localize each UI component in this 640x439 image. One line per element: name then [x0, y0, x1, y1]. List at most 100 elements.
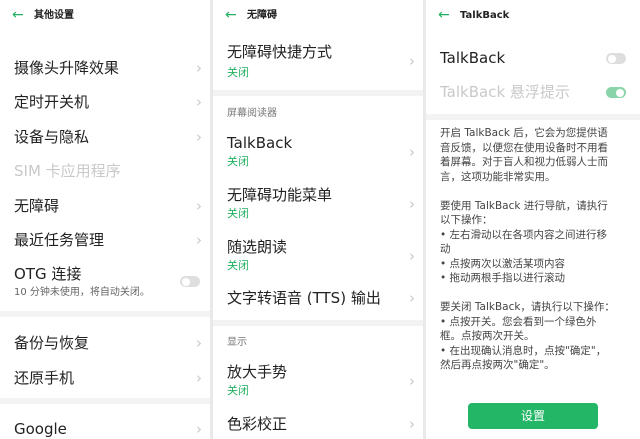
- section-divider: [213, 90, 423, 96]
- talkback-toggle[interactable]: [606, 53, 626, 64]
- chevron-right-icon: ›: [196, 93, 202, 111]
- chevron-right-icon: ›: [196, 334, 202, 352]
- toggle-knob: [182, 277, 190, 286]
- item-label: SIM 卡应用程序: [14, 162, 121, 180]
- desc-line: 音反馈，以便您在使用设备时不用看: [440, 141, 608, 154]
- desc-line: 言，这项功能非常实用。: [440, 170, 556, 183]
- settings-item-backup-restore[interactable]: 备份与恢复 ›: [0, 331, 210, 355]
- chevron-right-icon: ›: [196, 197, 202, 215]
- accessibility-item-tts[interactable]: 文字转语音 (TTS) 输出 ›: [213, 288, 423, 312]
- item-label: 无障碍快捷方式: [227, 43, 333, 61]
- item-status: 关闭: [227, 384, 249, 397]
- header: ← 无障碍: [213, 0, 423, 32]
- item-label: 无障碍功能菜单: [227, 186, 333, 204]
- item-label: 还原手机: [14, 369, 75, 387]
- section-divider: [213, 320, 423, 326]
- header: ← 其他设置: [0, 0, 210, 32]
- other-settings-panel: ← 其他设置 摄像头升降效果 › 定时开关机 › 设备与隐私 › SIM 卡应用…: [0, 0, 210, 439]
- talkback-switch-row[interactable]: TalkBack: [426, 48, 640, 72]
- section-divider: [0, 398, 210, 404]
- desc-line: 开启 TalkBack 后，它会为您提供语: [440, 127, 608, 139]
- settings-item-recent-tasks[interactable]: 最近任务管理 ›: [0, 228, 210, 252]
- settings-item-scheduled-power[interactable]: 定时开关机 ›: [0, 90, 210, 114]
- toggle-knob: [616, 88, 624, 97]
- section-divider: [0, 311, 210, 317]
- item-label: 色彩校正: [227, 415, 288, 433]
- screenshot: ← 其他设置 摄像头升降效果 › 定时开关机 › 设备与隐私 › SIM 卡应用…: [0, 0, 640, 439]
- chevron-right-icon: ›: [409, 289, 415, 307]
- item-label: 放大手势: [227, 363, 288, 381]
- accessibility-item-talkback[interactable]: TalkBack 关闭 ›: [213, 133, 423, 173]
- accessibility-item-menu[interactable]: 无障碍功能菜单 关闭 ›: [213, 185, 423, 225]
- item-status: 关闭: [227, 207, 249, 220]
- desc-line: 以下操作：: [440, 214, 493, 226]
- page-title: TalkBack: [460, 10, 510, 21]
- back-arrow-icon[interactable]: ←: [438, 7, 450, 23]
- section-divider: [426, 114, 640, 120]
- item-label: 最近任务管理: [14, 231, 105, 249]
- chevron-right-icon: ›: [409, 195, 415, 213]
- settings-item-google[interactable]: Google ›: [0, 417, 210, 439]
- chevron-right-icon: ›: [196, 231, 202, 249]
- chevron-right-icon: ›: [196, 59, 202, 77]
- chevron-right-icon: ›: [409, 52, 415, 70]
- chevron-right-icon: ›: [409, 247, 415, 265]
- desc-line: • 点按开关。您会看到一个绿色外: [440, 315, 597, 328]
- desc-line: [440, 184, 632, 199]
- settings-item-otg[interactable]: OTG 连接 10 分钟未使用，将自动关闭。: [0, 262, 210, 302]
- desc-line: 着屏幕。对于盲人和视力低弱人士而: [440, 156, 608, 168]
- section-header-screen-reader: 屏幕阅读器: [227, 108, 277, 119]
- settings-item-camera-lift[interactable]: 摄像头升降效果 ›: [0, 56, 210, 80]
- accessibility-item-shortcut[interactable]: 无障碍快捷方式 关闭 ›: [213, 42, 423, 82]
- settings-item-accessibility[interactable]: 无障碍 ›: [0, 194, 210, 218]
- talkback-float-hint-row: TalkBack 悬浮提示: [426, 82, 640, 106]
- desc-line: • 在出现确认消息时，点按"确定"，: [440, 344, 607, 357]
- item-label: TalkBack: [440, 49, 506, 67]
- item-label: 设备与隐私: [14, 128, 90, 146]
- settings-button[interactable]: 设置: [468, 403, 598, 429]
- settings-item-sim-apps: SIM 卡应用程序: [0, 159, 210, 183]
- talkback-panel: ← TalkBack TalkBack TalkBack 悬浮提示 开启 Tal…: [426, 0, 640, 439]
- header: ← TalkBack: [426, 0, 640, 32]
- page-title: 无障碍: [247, 10, 277, 21]
- desc-line: 要使用 TalkBack 进行导航，请执行: [440, 199, 608, 212]
- item-label: OTG 连接: [14, 265, 82, 283]
- chevron-right-icon: ›: [409, 372, 415, 390]
- accessibility-item-magnification[interactable]: 放大手势 关闭 ›: [213, 362, 423, 402]
- item-label: Google: [14, 420, 67, 438]
- back-arrow-icon[interactable]: ←: [12, 7, 24, 23]
- section-header-display: 显示: [227, 337, 247, 348]
- back-arrow-icon[interactable]: ←: [225, 7, 237, 23]
- item-label: 备份与恢复: [14, 334, 90, 352]
- item-status: 关闭: [227, 66, 249, 79]
- desc-line: 然后再点按两次"确定"。: [440, 359, 555, 371]
- accessibility-item-select-to-speak[interactable]: 随选朗读 关闭 ›: [213, 237, 423, 277]
- settings-item-reset-phone[interactable]: 还原手机 ›: [0, 366, 210, 390]
- item-subtitle: 10 分钟未使用，将自动关闭。: [14, 287, 150, 298]
- desc-line: • 拖动两根手指以进行滚动: [440, 272, 566, 284]
- item-label: 无障碍: [14, 197, 60, 215]
- item-status: 关闭: [227, 155, 249, 168]
- accessibility-panel: ← 无障碍 无障碍快捷方式 关闭 › 屏幕阅读器 TalkBack 关闭 › 无…: [213, 0, 423, 439]
- item-status: 关闭: [227, 259, 249, 272]
- page-title: 其他设置: [34, 10, 74, 21]
- item-label: 定时开关机: [14, 93, 90, 111]
- desc-line: 要关闭 TalkBack，请执行以下操作：: [440, 301, 615, 313]
- item-label: TalkBack: [227, 134, 293, 152]
- talkback-description: 开启 TalkBack 后，它会为您提供语 音反馈，以便您在使用设备时不用看 着…: [440, 126, 632, 373]
- chevron-right-icon: ›: [196, 369, 202, 387]
- otg-toggle[interactable]: [180, 276, 200, 287]
- desc-line: 动: [440, 243, 451, 255]
- float-hint-toggle: [606, 87, 626, 98]
- item-label: 随选朗读: [227, 238, 288, 256]
- desc-line: • 点按两次以激活某项内容: [440, 257, 566, 270]
- desc-line: 框。点按两次开关。: [440, 330, 535, 342]
- chevron-right-icon: ›: [409, 143, 415, 161]
- chevron-right-icon: ›: [196, 128, 202, 146]
- item-label: 摄像头升降效果: [14, 59, 120, 77]
- accessibility-item-color-correction[interactable]: 色彩校正 ›: [213, 414, 423, 438]
- chevron-right-icon: ›: [196, 420, 202, 438]
- desc-line: [440, 286, 632, 301]
- item-label: TalkBack 悬浮提示: [440, 83, 570, 101]
- settings-item-device-privacy[interactable]: 设备与隐私 ›: [0, 125, 210, 149]
